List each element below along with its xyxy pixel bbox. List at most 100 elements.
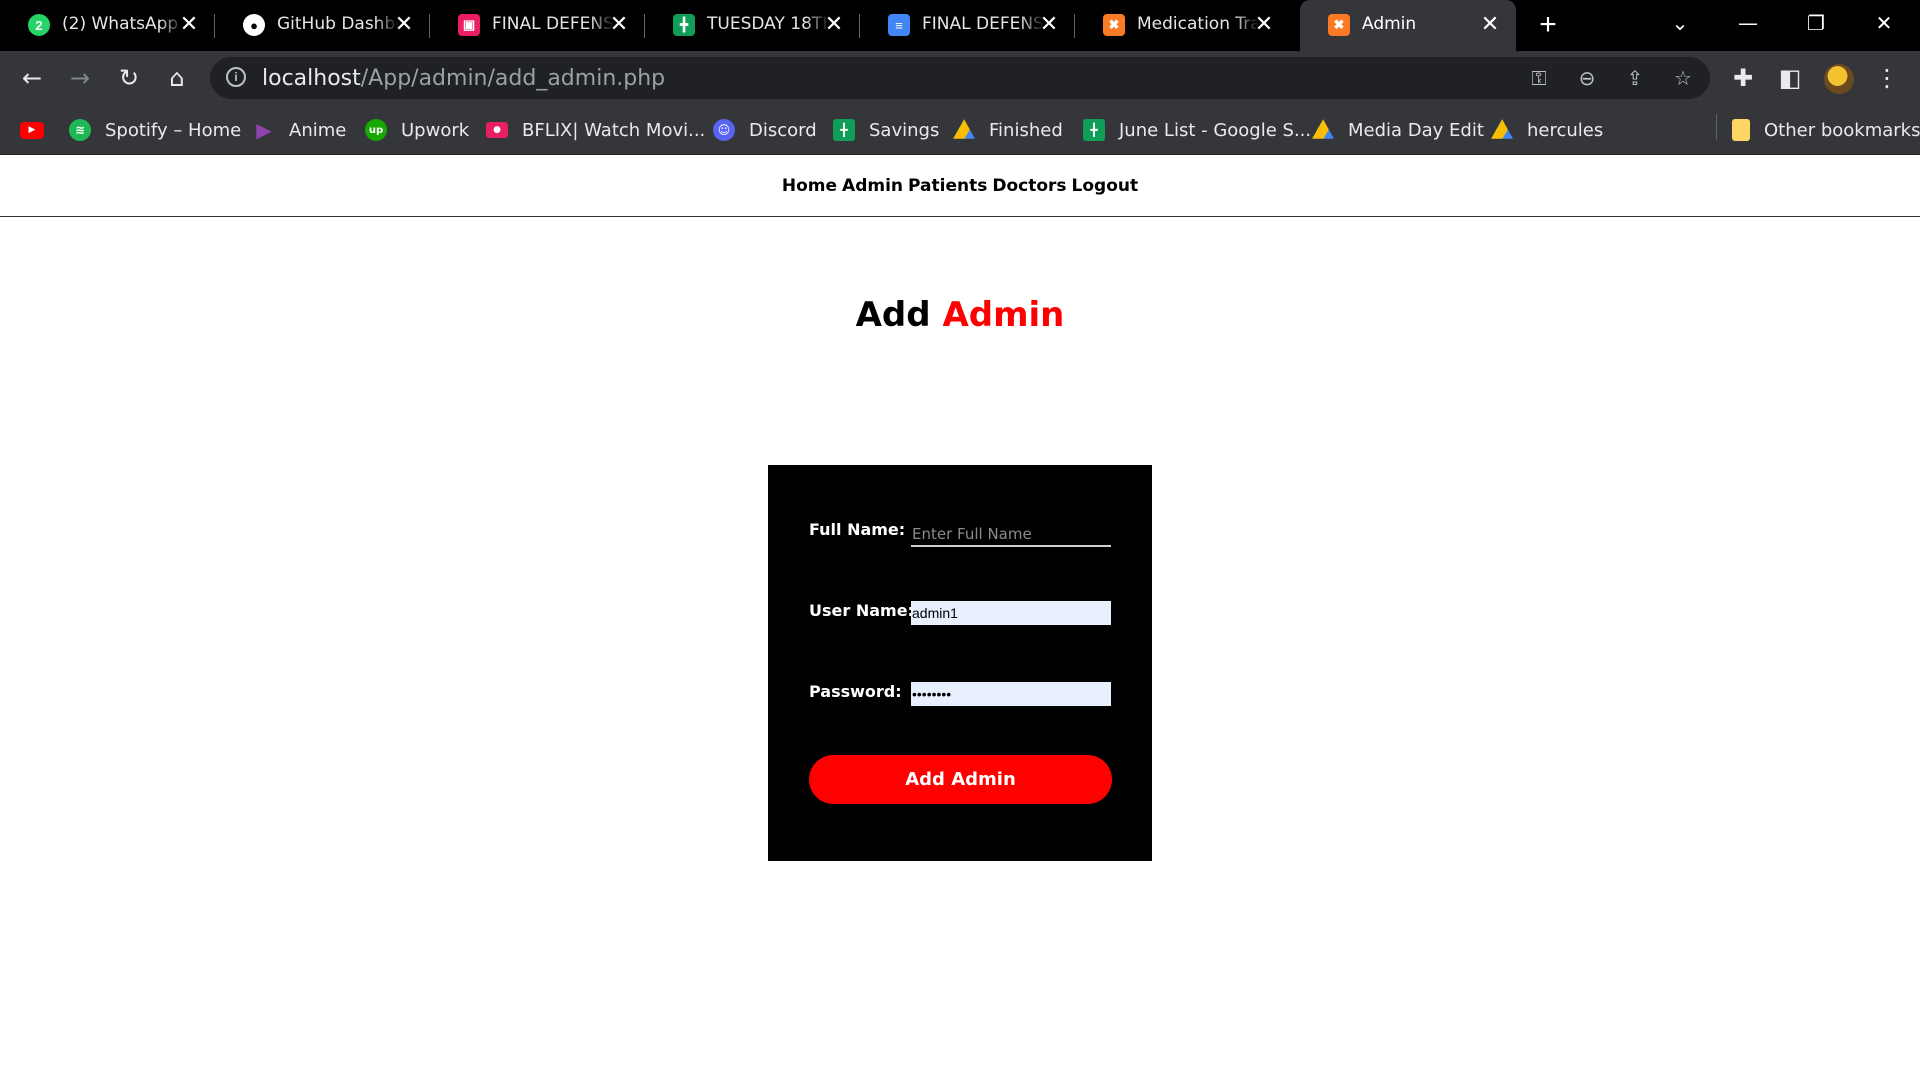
discord-icon: ☺ [713, 119, 735, 141]
zoom-icon[interactable]: ⊖ [1574, 65, 1600, 91]
close-tab-icon[interactable]: ✕ [607, 12, 631, 36]
restore-button[interactable]: ❐ [1796, 8, 1836, 38]
tab-title: FINAL DEFENSE [492, 14, 614, 34]
add-admin-button[interactable]: Add Admin [809, 755, 1112, 804]
page-content: Home Admin Patients Doctors Logout Add A… [0, 155, 1920, 1080]
slides-icon: ▣ [458, 14, 480, 36]
full-name-input[interactable] [911, 523, 1111, 547]
close-tab-icon[interactable]: ✕ [392, 12, 416, 36]
site-info-icon[interactable]: i [226, 67, 246, 87]
bookmark-label: Anime [289, 119, 347, 141]
bookmark-label: Savings [869, 119, 940, 141]
bookmark-label: BFLIX| Watch Movi... [522, 119, 706, 141]
close-tab-icon[interactable]: ✕ [1478, 12, 1502, 36]
page-title-part1: Add [855, 295, 931, 335]
tab-final-defense-slides[interactable]: ▣ FINAL DEFENSE ✕ [430, 0, 645, 51]
bookmark-label: hercules [1527, 119, 1604, 141]
bookmark-savings[interactable]: ╋ Savings [833, 117, 939, 143]
bookmark-upwork[interactable]: up Upwork [365, 117, 469, 143]
other-bookmarks[interactable]: Other bookmarks [1732, 117, 1920, 143]
bookmark-label: Other bookmarks [1764, 119, 1920, 141]
tab-admin[interactable]: ✖ Admin ✕ [1300, 0, 1516, 51]
drive-icon [1491, 119, 1513, 139]
tab-whatsapp[interactable]: 2 (2) WhatsApp ✕ [0, 0, 215, 51]
bookmark-june-list[interactable]: ╋ June List - Google S... [1083, 117, 1311, 143]
close-tab-icon[interactable]: ✕ [822, 12, 846, 36]
tab-title: Medication Tracker [1137, 14, 1259, 34]
share-icon[interactable]: ⇪ [1622, 65, 1648, 91]
extensions-puzzle-icon[interactable]: ✚ [1728, 63, 1758, 93]
minimize-button[interactable]: — [1728, 8, 1768, 38]
bookmark-spotify[interactable]: ≋ Spotify – Home [69, 117, 241, 143]
drive-icon [953, 119, 975, 139]
user-name-input[interactable] [911, 601, 1111, 625]
sheets-icon: ╋ [833, 119, 855, 141]
url-text[interactable]: localhost/App/admin/add_admin.php [262, 66, 665, 91]
whatsapp-icon: 2 [28, 14, 50, 36]
bookmark-label: Media Day Edit [1348, 119, 1484, 141]
tab-search-chevron-icon[interactable]: ⌄ [1660, 8, 1700, 38]
full-name-label: Full Name: [809, 520, 906, 539]
url-host: localhost [262, 66, 361, 91]
upwork-icon: up [365, 119, 387, 141]
nav-doctors-link[interactable]: Doctors [992, 176, 1066, 196]
tab-github[interactable]: ● GitHub Dashboard ✕ [215, 0, 430, 51]
user-name-label: User Name: [809, 601, 914, 620]
close-tab-icon[interactable]: ✕ [1252, 12, 1276, 36]
github-icon: ● [243, 14, 265, 36]
bookmark-star-icon[interactable]: ☆ [1670, 65, 1696, 91]
bflix-icon: ● [486, 122, 508, 138]
home-icon[interactable]: ⌂ [162, 63, 192, 93]
tab-medication-tracker[interactable]: ✖ Medication Tracker ✕ [1075, 0, 1290, 51]
bookmark-finished[interactable]: Finished [953, 117, 1063, 143]
password-key-icon[interactable]: ⚿ [1526, 65, 1552, 91]
site-nav: Home Admin Patients Doctors Logout [0, 155, 1920, 217]
user-name-row: User Name: [809, 601, 1113, 631]
password-row: Password: [809, 682, 1113, 712]
new-tab-button[interactable]: + [1532, 10, 1564, 42]
tab-title: FINAL DEFENSE [922, 14, 1044, 34]
bookmark-bflix[interactable]: ● BFLIX| Watch Movi... [486, 117, 705, 143]
page-title-part2: Admin [942, 295, 1065, 335]
bookmark-media-day-edit[interactable]: Media Day Edit [1312, 117, 1484, 143]
xampp-icon: ✖ [1103, 14, 1125, 36]
bookmark-discord[interactable]: ☺ Discord [713, 117, 817, 143]
menu-kebab-icon[interactable]: ⋮ [1872, 63, 1902, 93]
bookmark-label: Upwork [401, 119, 470, 141]
bookmark-anime[interactable]: ▶ Anime [253, 117, 346, 143]
nav-patients-link[interactable]: Patients [908, 176, 987, 196]
bookmarks-divider [1716, 114, 1717, 140]
password-input[interactable] [911, 682, 1111, 706]
add-admin-form: Full Name: User Name: Password: Add Admi… [768, 465, 1152, 861]
page-title: Add Admin [0, 295, 1920, 335]
close-tab-icon[interactable]: ✕ [177, 12, 201, 36]
spotify-icon: ≋ [69, 119, 91, 141]
browser-toolbar: ← → ↻ ⌂ i localhost/App/admin/add_admin.… [0, 51, 1920, 105]
reload-icon[interactable]: ↻ [114, 63, 144, 93]
tab-title: TUESDAY 18TH [707, 14, 829, 34]
back-arrow-icon[interactable]: ← [17, 63, 47, 93]
forward-arrow-icon[interactable]: → [65, 63, 95, 93]
sheets-icon: ╋ [1083, 119, 1105, 141]
docs-icon: ≡ [888, 14, 910, 36]
tab-title: Admin [1362, 14, 1417, 34]
full-name-row: Full Name: [809, 520, 1113, 550]
nav-home-link[interactable]: Home [782, 176, 837, 196]
nav-admin-link[interactable]: Admin [842, 176, 903, 196]
tab-final-defense-doc[interactable]: ≡ FINAL DEFENSE ✕ [860, 0, 1075, 51]
bookmark-hercules[interactable]: hercules [1491, 117, 1603, 143]
profile-avatar[interactable] [1824, 64, 1854, 94]
bookmark-label: June List - Google S... [1119, 119, 1312, 141]
bookmark-youtube[interactable]: ▶ [20, 117, 58, 143]
password-label: Password: [809, 682, 902, 701]
close-tab-icon[interactable]: ✕ [1037, 12, 1061, 36]
close-window-button[interactable]: ✕ [1864, 8, 1904, 38]
folder-icon [1732, 119, 1750, 141]
address-bar[interactable]: i localhost/App/admin/add_admin.php ⚿ ⊖ … [210, 57, 1710, 99]
side-panel-icon[interactable]: ◧ [1775, 63, 1805, 93]
tab-tuesday-sheet[interactable]: ╋ TUESDAY 18TH ✕ [645, 0, 860, 51]
nav-logout-link[interactable]: Logout [1072, 176, 1139, 196]
bookmark-label: Spotify – Home [105, 119, 242, 141]
url-path: /App/admin/add_admin.php [360, 66, 666, 91]
drive-icon [1312, 119, 1334, 139]
